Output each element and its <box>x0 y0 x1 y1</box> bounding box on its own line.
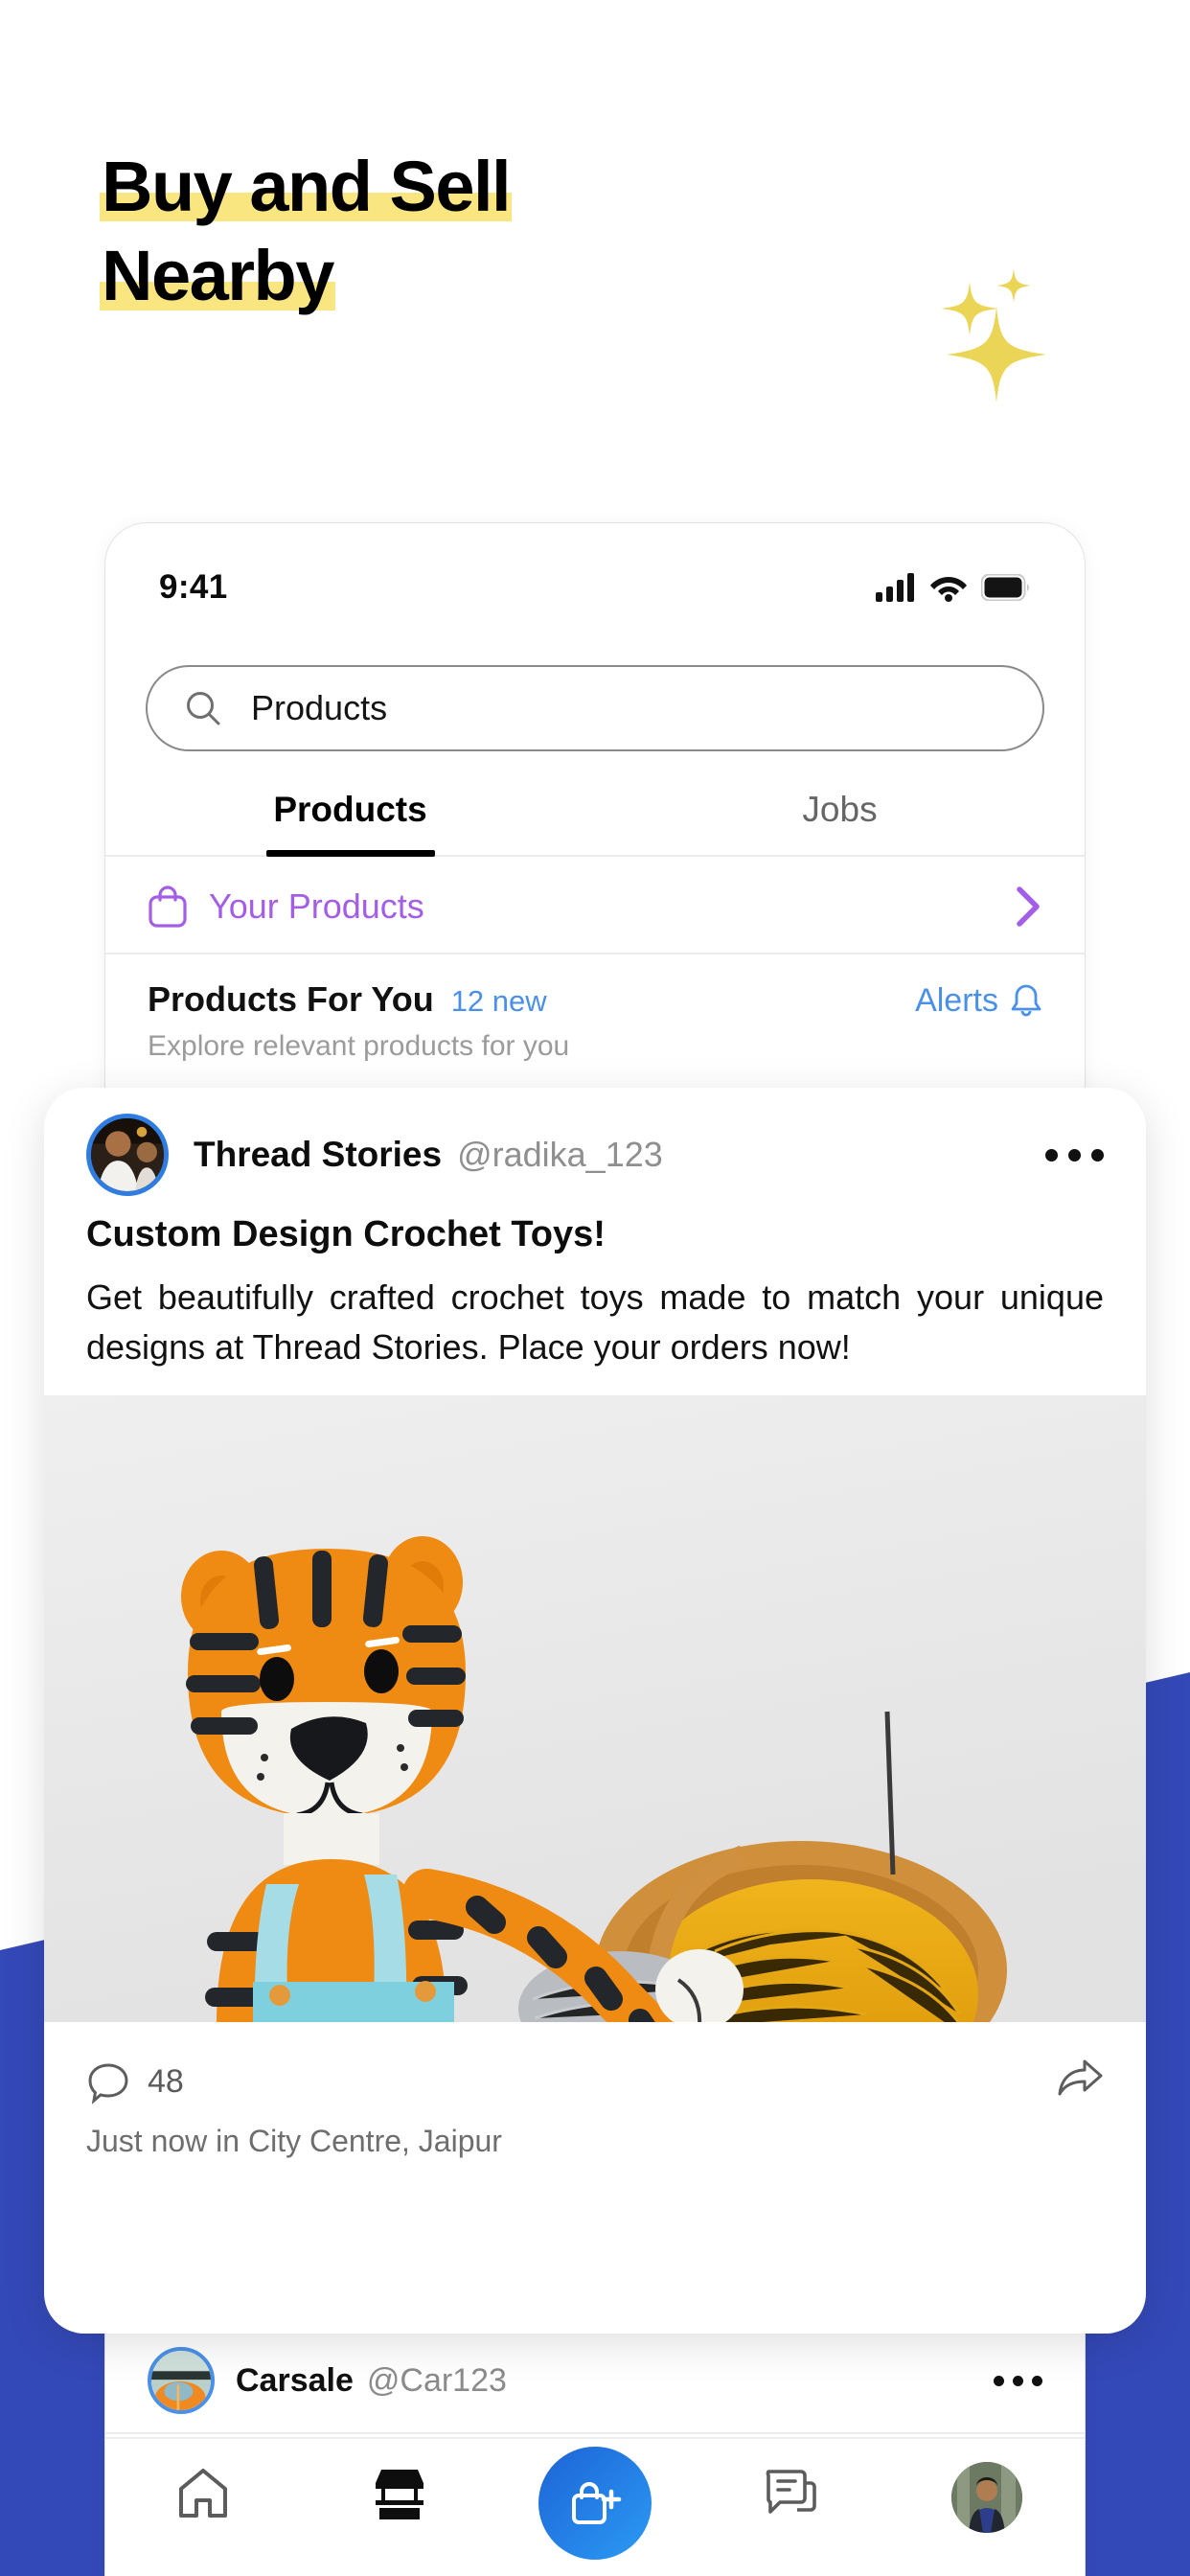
profile-avatar-icon <box>950 2462 1022 2533</box>
sell-fab-button[interactable] <box>538 2447 652 2560</box>
post-meta: Just now in City Centre, Jaipur <box>86 2123 502 2158</box>
hero-title-line-1: Buy and Sell <box>100 147 513 226</box>
crochet-tiger-toy-photo <box>44 1394 1146 2022</box>
storefront-icon <box>375 2470 423 2519</box>
post-image[interactable] <box>44 1394 1146 2022</box>
sparkles-icon <box>941 268 1046 402</box>
avatar[interactable] <box>86 1114 169 1196</box>
post-body: Get beautifully crafted crochet toys mad… <box>86 1277 1104 1367</box>
nav-item-profile[interactable] <box>929 2462 1044 2533</box>
nav-item-home[interactable] <box>146 2462 261 2521</box>
status-bar: 9:41 <box>105 558 1085 617</box>
chat-bubbles-icon <box>767 2470 817 2514</box>
list-item-name: Carsale <box>236 2361 354 2399</box>
new-count-badge: 12 new <box>450 984 547 1018</box>
battery-icon <box>981 574 1029 601</box>
nav-item-messages[interactable] <box>733 2462 848 2521</box>
status-time: 9:41 <box>159 568 228 606</box>
alerts-button[interactable]: Alerts <box>915 982 1042 1021</box>
post-header: Thread Stories @radika_123 <box>44 1088 1146 1196</box>
post-author-handle: @radika_123 <box>457 1135 663 1174</box>
wifi-icon <box>930 577 967 602</box>
thread-stories-avatar-image <box>91 1118 164 1191</box>
chevron-right-icon[interactable] <box>1014 884 1042 930</box>
products-for-you-section: Products For You 12 new Alerts Explore r… <box>105 954 1085 1063</box>
search-input[interactable]: Products <box>146 665 1044 751</box>
bell-icon <box>1011 984 1041 1016</box>
list-item-handle: @Car123 <box>366 2361 507 2399</box>
your-products-label: Your Products <box>209 886 424 926</box>
your-products-row[interactable]: Your Products <box>105 861 1085 954</box>
carsale-avatar-image <box>151 2351 211 2410</box>
nav-item-marketplace[interactable] <box>342 2462 457 2521</box>
page-title: Buy and Sell Nearby <box>100 142 770 320</box>
home-icon <box>179 2469 228 2518</box>
share-button[interactable] <box>1056 2058 1104 2106</box>
search-section: Products <box>105 665 1085 751</box>
share-arrow-icon <box>1058 2059 1103 2096</box>
search-input-value: Products <box>251 688 388 727</box>
search-icon <box>187 692 220 725</box>
tab-products[interactable]: Products <box>105 790 595 855</box>
comment-bubble-icon <box>88 2063 128 2104</box>
more-horizontal-icon[interactable] <box>1045 1148 1104 1162</box>
post-actions: 48 <box>44 2022 1146 2116</box>
tab-jobs[interactable]: Jobs <box>595 790 1085 855</box>
post-author-name: Thread Stories <box>194 1135 443 1174</box>
list-item[interactable]: Carsale @Car123 <box>105 2329 1085 2434</box>
comment-count: 48 <box>148 2063 184 2101</box>
featured-post-card[interactable]: Thread Stories @radika_123 Custom Design… <box>44 1088 1146 2334</box>
shopping-bag-icon <box>149 886 187 928</box>
post-title: Custom Design Crochet Toys! <box>86 1214 606 1254</box>
alerts-label: Alerts <box>915 982 998 1019</box>
avatar[interactable] <box>148 2347 215 2414</box>
hero-title-line-2: Nearby <box>100 236 335 316</box>
products-for-you-title: Products For You <box>148 979 434 1019</box>
more-horizontal-icon[interactable] <box>994 2375 1042 2386</box>
bag-plus-icon <box>571 2482 622 2524</box>
bottom-navigation-bar <box>105 2437 1085 2576</box>
nav-item-sell[interactable] <box>538 2447 652 2560</box>
hero-section: Buy and Sell Nearby <box>0 0 1190 450</box>
comment-button[interactable]: 48 <box>86 2060 184 2104</box>
products-for-you-subtitle: Explore relevant products for you <box>148 1029 570 1062</box>
cellular-signal-icon <box>876 573 914 602</box>
tab-bar: Products Jobs <box>105 790 1085 857</box>
